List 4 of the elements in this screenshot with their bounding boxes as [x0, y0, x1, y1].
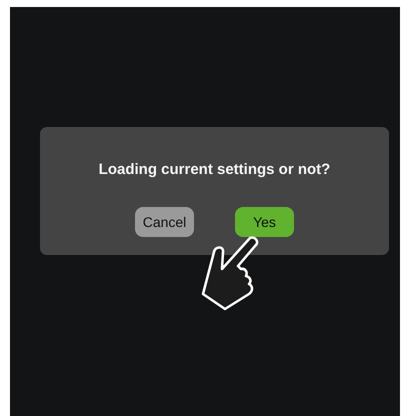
yes-button[interactable]: Yes: [235, 207, 294, 237]
dialog-message: Loading current settings or not?: [98, 161, 330, 178]
cancel-button[interactable]: Cancel: [135, 207, 194, 237]
pointing-hand-icon: [201, 234, 261, 312]
